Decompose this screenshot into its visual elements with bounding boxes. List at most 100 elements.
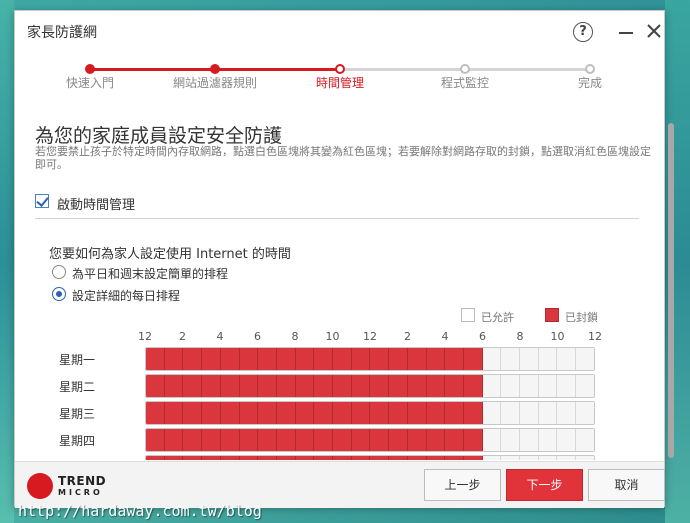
schedule-cell[interactable] bbox=[463, 348, 483, 370]
schedule-cell[interactable] bbox=[220, 429, 240, 451]
schedule-cell[interactable] bbox=[314, 375, 334, 397]
enable-time-management-checkbox[interactable] bbox=[35, 194, 49, 208]
schedule-cell[interactable] bbox=[183, 375, 203, 397]
schedule-cell[interactable] bbox=[557, 456, 577, 460]
schedule-cell[interactable] bbox=[426, 402, 446, 424]
schedule-cell[interactable] bbox=[258, 402, 277, 424]
schedule-cell[interactable] bbox=[426, 429, 446, 451]
schedule-cell[interactable] bbox=[501, 348, 521, 370]
schedule-cell[interactable] bbox=[220, 456, 240, 460]
schedule-cell[interactable] bbox=[482, 402, 502, 424]
schedule-cell[interactable] bbox=[351, 429, 371, 451]
schedule-cell[interactable] bbox=[407, 456, 427, 460]
schedule-cell[interactable] bbox=[501, 375, 521, 397]
schedule-cell[interactable] bbox=[520, 456, 539, 460]
schedule-cell[interactable] bbox=[295, 429, 315, 451]
schedule-cell[interactable] bbox=[164, 348, 184, 370]
schedule-cell[interactable] bbox=[164, 456, 184, 460]
schedule-cell[interactable] bbox=[407, 348, 427, 370]
schedule-cell[interactable] bbox=[202, 375, 221, 397]
radio-simple-schedule-label[interactable]: 為平日和週末設定簡單的排程 bbox=[72, 265, 228, 282]
cancel-button[interactable]: 取消 bbox=[588, 469, 665, 501]
schedule-cell[interactable] bbox=[463, 402, 483, 424]
schedule-cell[interactable] bbox=[482, 456, 502, 460]
schedule-cell[interactable] bbox=[557, 375, 577, 397]
radio-simple-schedule[interactable] bbox=[52, 265, 66, 279]
minimize-icon[interactable] bbox=[619, 32, 633, 34]
schedule-cell[interactable] bbox=[276, 429, 296, 451]
schedule-cell[interactable] bbox=[463, 429, 483, 451]
schedule-cell[interactable] bbox=[183, 429, 203, 451]
schedule-cell[interactable] bbox=[183, 456, 203, 460]
schedule-cell[interactable] bbox=[333, 375, 352, 397]
schedule-cell[interactable] bbox=[183, 402, 203, 424]
schedule-cell[interactable] bbox=[258, 348, 277, 370]
schedule-cell[interactable] bbox=[538, 456, 558, 460]
schedule-cell[interactable] bbox=[407, 429, 427, 451]
schedule-cell[interactable] bbox=[239, 348, 259, 370]
schedule-cell[interactable] bbox=[426, 348, 446, 370]
schedule-cell[interactable] bbox=[482, 375, 502, 397]
schedule-cell[interactable] bbox=[202, 402, 221, 424]
schedule-cell[interactable] bbox=[389, 456, 408, 460]
schedule-cell[interactable] bbox=[239, 402, 259, 424]
schedule-cell[interactable] bbox=[351, 375, 371, 397]
schedule-cell[interactable] bbox=[389, 375, 408, 397]
schedule-cell[interactable] bbox=[520, 429, 539, 451]
schedule-cell[interactable] bbox=[389, 429, 408, 451]
schedule-cell[interactable] bbox=[220, 402, 240, 424]
schedule-cell[interactable] bbox=[258, 429, 277, 451]
schedule-cell[interactable] bbox=[258, 375, 277, 397]
schedule-cell[interactable] bbox=[146, 429, 165, 451]
schedule-cell[interactable] bbox=[146, 348, 165, 370]
schedule-cell[interactable] bbox=[389, 402, 408, 424]
schedule-cell[interactable] bbox=[202, 429, 221, 451]
schedule-cell[interactable] bbox=[557, 348, 577, 370]
schedule-cell[interactable] bbox=[445, 456, 464, 460]
schedule-cell[interactable] bbox=[576, 456, 594, 460]
enable-time-management-label[interactable]: 啟動時間管理 bbox=[57, 194, 135, 213]
schedule-cell[interactable] bbox=[426, 375, 446, 397]
scrollbar-thumb[interactable] bbox=[668, 123, 674, 458]
schedule-cell[interactable] bbox=[314, 348, 334, 370]
back-button[interactable]: 上一步 bbox=[424, 469, 501, 501]
schedule-cell[interactable] bbox=[239, 429, 259, 451]
next-button[interactable]: 下一步 bbox=[506, 469, 583, 501]
schedule-cell[interactable] bbox=[314, 402, 334, 424]
schedule-cell[interactable] bbox=[538, 375, 558, 397]
radio-detailed-schedule-label[interactable]: 設定詳細的每日排程 bbox=[72, 287, 180, 304]
schedule-cell[interactable] bbox=[295, 456, 315, 460]
schedule-cell[interactable] bbox=[445, 348, 464, 370]
schedule-cell[interactable] bbox=[164, 375, 184, 397]
schedule-cell[interactable] bbox=[482, 429, 502, 451]
schedule-cell[interactable] bbox=[482, 348, 502, 370]
schedule-cell[interactable] bbox=[295, 402, 315, 424]
schedule-cell[interactable] bbox=[276, 456, 296, 460]
schedule-cell[interactable] bbox=[183, 348, 203, 370]
schedule-cell[interactable] bbox=[333, 429, 352, 451]
schedule-cell[interactable] bbox=[520, 402, 539, 424]
schedule-cell[interactable] bbox=[370, 456, 390, 460]
schedule-cell[interactable] bbox=[407, 402, 427, 424]
schedule-cell[interactable] bbox=[239, 375, 259, 397]
schedule-cell[interactable] bbox=[295, 348, 315, 370]
schedule-cell[interactable] bbox=[220, 375, 240, 397]
schedule-cell[interactable] bbox=[463, 456, 483, 460]
schedule-cell[interactable] bbox=[164, 429, 184, 451]
schedule-cell[interactable] bbox=[333, 348, 352, 370]
schedule-cell[interactable] bbox=[351, 402, 371, 424]
schedule-cell[interactable] bbox=[146, 375, 165, 397]
schedule-cell[interactable] bbox=[239, 456, 259, 460]
schedule-cell[interactable] bbox=[202, 348, 221, 370]
schedule-cell[interactable] bbox=[314, 456, 334, 460]
schedule-cell[interactable] bbox=[557, 402, 577, 424]
schedule-cell[interactable] bbox=[146, 456, 165, 460]
schedule-cell[interactable] bbox=[501, 456, 521, 460]
schedule-cell[interactable] bbox=[538, 429, 558, 451]
schedule-cell[interactable] bbox=[576, 375, 594, 397]
schedule-cell[interactable] bbox=[463, 375, 483, 397]
schedule-cell[interactable] bbox=[370, 429, 390, 451]
schedule-cell[interactable] bbox=[576, 348, 594, 370]
schedule-cell[interactable] bbox=[445, 375, 464, 397]
close-icon[interactable] bbox=[645, 22, 663, 40]
